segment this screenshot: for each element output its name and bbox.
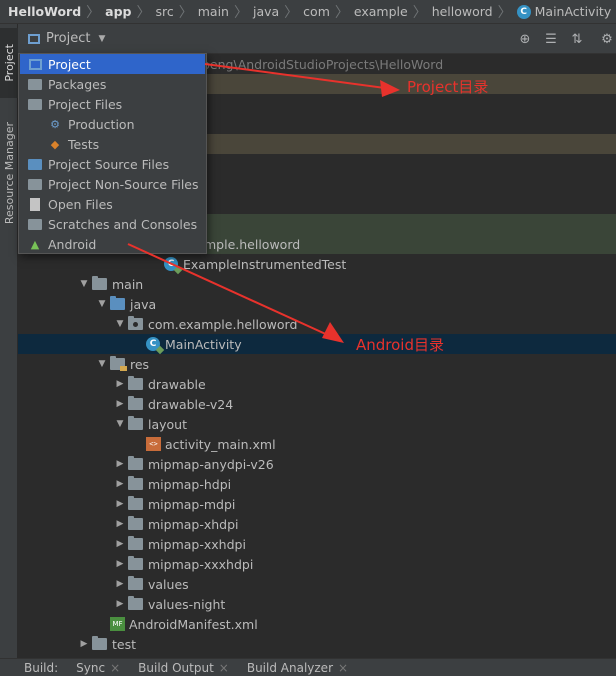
project-arrow-line [204,63,386,89]
tab-build-output-label: Build Output [138,660,214,675]
tab-sync[interactable]: Sync × [76,661,120,675]
tab-build-analyzer[interactable]: Build Analyzer × [247,661,348,675]
build-tool-bar: Build: Sync × Build Output × Build Analyze… [0,658,616,676]
annotation-arrows [127,63,400,343]
android-annotation: Android目录 [356,336,444,354]
tab-build-analyzer-label: Build Analyzer [246,660,333,675]
project-arrow-head [380,80,400,97]
close-icon[interactable]: × [110,661,120,675]
android-arrow-head [322,322,344,343]
project-annotation: Project目录 [407,78,489,96]
close-icon[interactable]: × [219,661,229,675]
build-label: Build: [24,660,59,675]
tab-sync-label: Sync [76,660,106,675]
tab-build-output[interactable]: Build Output × [138,661,229,675]
android-arrow-line [127,243,331,337]
close-icon[interactable]: × [338,661,348,675]
